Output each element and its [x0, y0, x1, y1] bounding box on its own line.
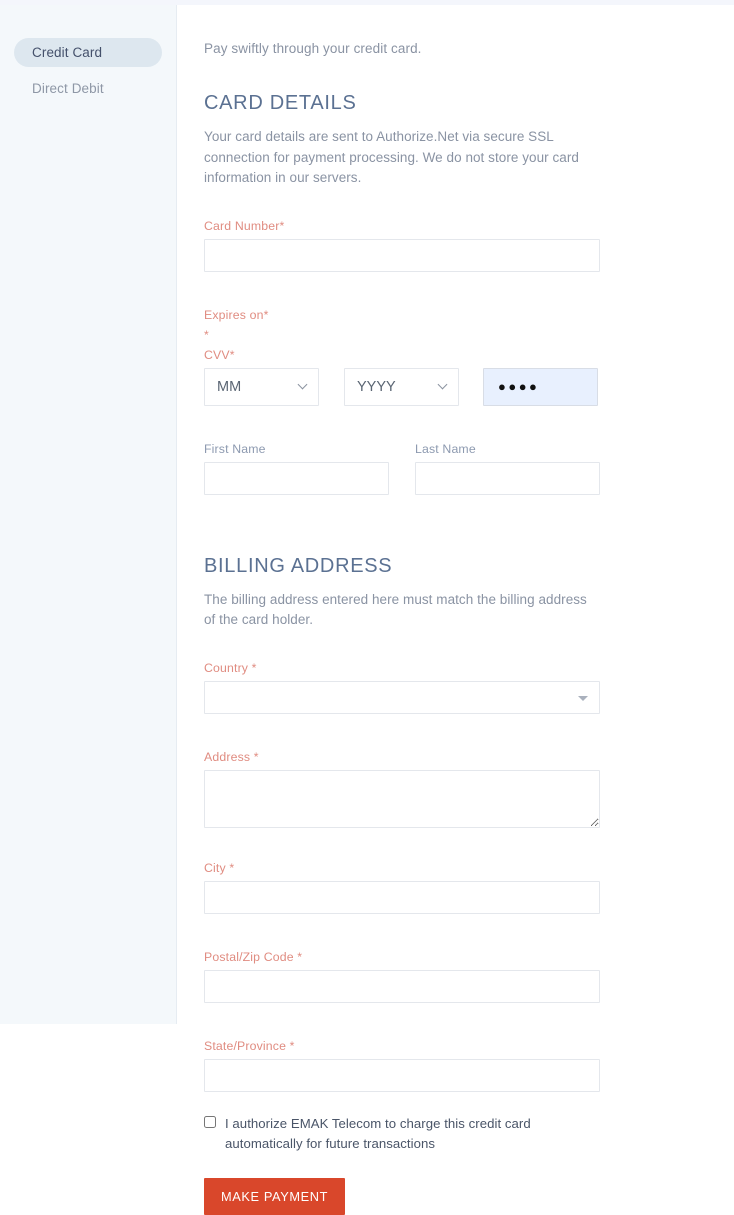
- last-name-field: Last Name: [415, 442, 600, 495]
- expires-on-label: Expires on*: [204, 307, 269, 322]
- country-select-wrapper: [204, 680, 600, 714]
- cvv-label: CVV*: [204, 347, 235, 362]
- country-select[interactable]: [204, 680, 600, 714]
- sidebar-item-credit-card[interactable]: Credit Card: [14, 38, 162, 67]
- expiry-cvv-field: Expires on* * CVV* MM YYYY ●●●●: [204, 308, 734, 406]
- card-details-heading: CARD DETAILS: [204, 92, 357, 114]
- city-label: City *: [204, 860, 235, 875]
- city-field: City *: [204, 861, 734, 914]
- first-name-field: First Name: [204, 442, 389, 495]
- intro-text: Pay swiftly through your credit card.: [204, 41, 422, 56]
- authorize-checkbox-row[interactable]: I authorize EMAK Telecom to charge this …: [204, 1114, 734, 1154]
- expiry-cvv-labels: Expires on* * CVV*: [204, 308, 734, 362]
- address-textarea[interactable]: [204, 769, 600, 828]
- state-province-label: State/Province *: [204, 1038, 295, 1053]
- card-number-label: Card Number*: [204, 218, 285, 233]
- payment-page: Credit Card Direct Debit Pay swiftly thr…: [0, 0, 734, 1215]
- make-payment-button[interactable]: MAKE PAYMENT: [204, 1177, 345, 1215]
- card-number-input[interactable]: [204, 238, 600, 272]
- postal-code-label: Postal/Zip Code *: [204, 949, 303, 964]
- expiry-month-wrapper: MM: [204, 367, 319, 406]
- state-province-field: State/Province *: [204, 1039, 734, 1092]
- postal-code-input[interactable]: [204, 969, 600, 1003]
- card-number-field: Card Number*: [204, 219, 734, 272]
- city-input[interactable]: [204, 880, 600, 914]
- address-label: Address *: [204, 749, 259, 764]
- card-details-description: Your card details are sent to Authorize.…: [204, 129, 579, 185]
- billing-address-heading: BILLING ADDRESS: [204, 554, 393, 577]
- last-name-input[interactable]: [415, 461, 600, 495]
- first-name-input[interactable]: [204, 461, 389, 495]
- state-province-input[interactable]: [204, 1058, 600, 1092]
- expires-year-label: *: [204, 327, 209, 342]
- authorize-checkbox[interactable]: [204, 1115, 216, 1128]
- billing-address-description: The billing address entered here must ma…: [204, 591, 587, 628]
- payment-form-panel: Pay swiftly through your credit card. CA…: [178, 5, 734, 1215]
- last-name-label: Last Name: [415, 441, 476, 456]
- expiry-cvv-controls: MM YYYY ●●●●: [204, 367, 734, 406]
- payment-method-sidebar: Credit Card Direct Debit: [0, 5, 177, 1024]
- expiry-year-wrapper: YYYY: [344, 367, 459, 406]
- country-field: Country *: [204, 661, 734, 714]
- sidebar-item-label: Credit Card: [32, 45, 103, 60]
- first-name-label: First Name: [204, 441, 266, 456]
- expiry-month-select[interactable]: MM: [204, 367, 319, 406]
- expiry-year-select[interactable]: YYYY: [344, 367, 459, 406]
- sidebar-item-label: Direct Debit: [32, 81, 104, 96]
- address-field: Address *: [204, 750, 734, 833]
- sidebar-item-direct-debit[interactable]: Direct Debit: [14, 74, 162, 103]
- country-label: Country *: [204, 660, 257, 675]
- authorize-checkbox-label: I authorize EMAK Telecom to charge this …: [225, 1115, 531, 1151]
- name-fields: First Name Last Name: [204, 442, 734, 495]
- cvv-input[interactable]: ●●●●: [483, 367, 598, 406]
- postal-code-field: Postal/Zip Code *: [204, 950, 734, 1003]
